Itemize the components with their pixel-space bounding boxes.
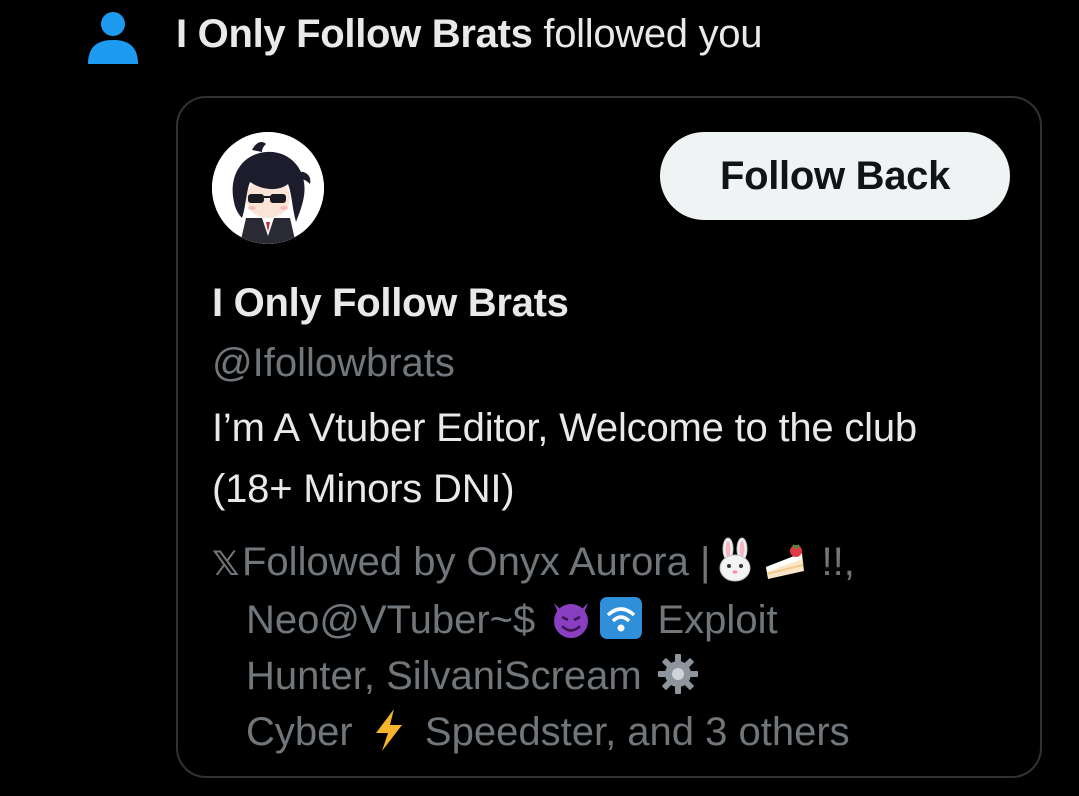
x-logo-icon: 𝕏 bbox=[212, 545, 240, 583]
smiling-devil-icon bbox=[554, 603, 589, 639]
profile-bio: I’m A Vtuber Editor, Welcome to the club… bbox=[212, 406, 917, 511]
followed-by-line-1-tail: !!, bbox=[810, 540, 855, 584]
follow-back-button[interactable]: Follow Back bbox=[660, 132, 1010, 220]
notification-headline: I Only Follow Brats followed you bbox=[176, 8, 762, 60]
followed-by-summary[interactable]: 𝕏Followed by Onyx Aurora | !!, Neo@VTube… bbox=[212, 534, 1012, 760]
followed-by-line-2-tail: Exploit bbox=[646, 598, 778, 642]
shortcake-icon bbox=[766, 544, 805, 580]
profile-handle[interactable]: @Ifollowbrats bbox=[212, 338, 455, 388]
action-text: followed you bbox=[532, 12, 763, 56]
lightning-icon bbox=[375, 709, 402, 752]
followed-by-line-2: Neo@VTuber~$ bbox=[246, 598, 547, 642]
actor-name-link[interactable]: I Only Follow Brats bbox=[176, 12, 533, 56]
wifi-icon bbox=[600, 597, 643, 640]
user-card[interactable]: Follow Back I Only Follow Brats @Ifollow… bbox=[176, 96, 1042, 778]
followed-by-line-4-tail: Speedster, and 3 others bbox=[413, 710, 850, 754]
follow-notification[interactable]: I Only Follow Brats followed you Follow … bbox=[0, 0, 1079, 796]
person-icon bbox=[88, 12, 138, 64]
gear-icon bbox=[657, 654, 698, 695]
avatar-illustration bbox=[212, 132, 324, 244]
followed-by-line-1: Followed by Onyx Aurora | bbox=[242, 540, 711, 584]
avatar[interactable] bbox=[212, 132, 324, 244]
rabbit-face-icon bbox=[719, 537, 751, 582]
followed-by-line-4: Cyber bbox=[246, 710, 364, 754]
profile-display-name[interactable]: I Only Follow Brats bbox=[212, 278, 569, 328]
followed-by-line-3: Hunter, SilvaniScream bbox=[246, 654, 653, 698]
